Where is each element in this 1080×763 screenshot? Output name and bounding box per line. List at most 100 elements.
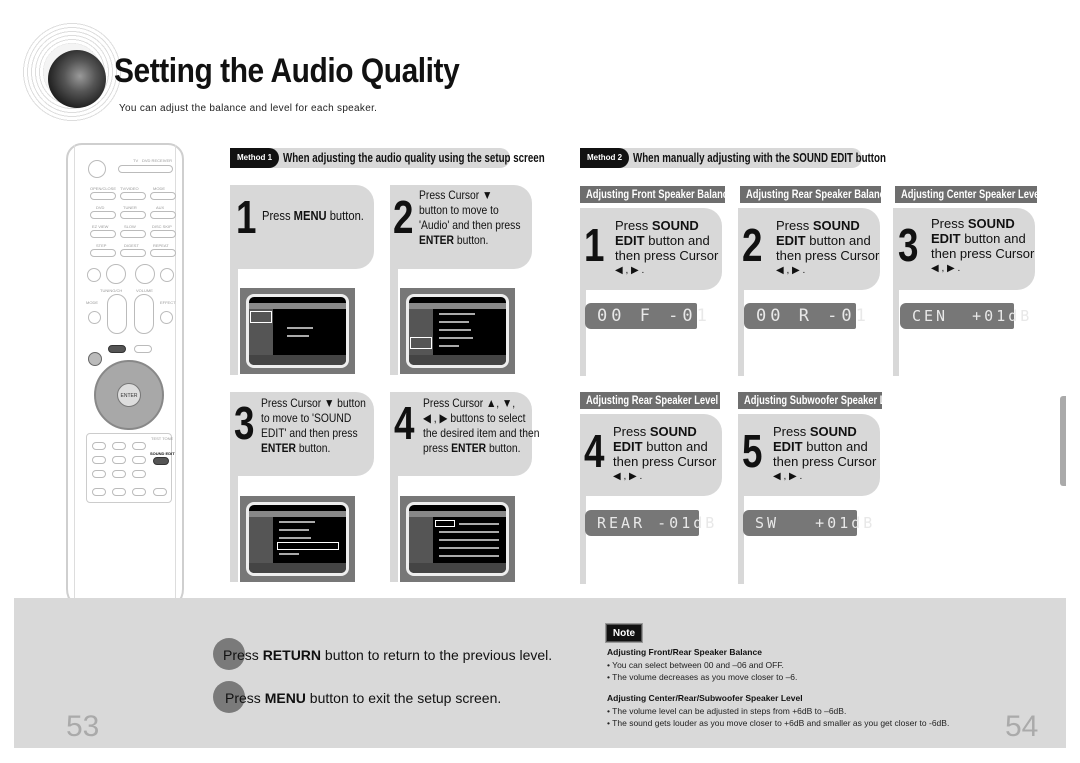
remote-button-icon [92,488,106,496]
key-3-icon [132,442,146,450]
step-number: 4 [584,425,605,477]
step-instruction: Press MENU button. [262,208,364,223]
note-badge: Note [605,623,643,643]
remote-button-icon [150,211,176,219]
remote-button-icon [132,488,146,496]
key-5-icon [112,456,126,464]
step-instruction: Press SOUND EDIT button and then press C… [776,218,880,276]
page-subtitle: You can adjust the balance and level for… [119,103,378,114]
remote-button-icon [120,249,146,257]
method2-tag: Method 2 [580,148,630,168]
remote-button-icon [153,488,167,496]
lcd-display-rear: 00 R -01 [744,303,866,329]
method1-title: When adjusting the audio quality using t… [283,151,545,165]
lcd-display-front: 00 F -01 [585,303,707,329]
note-heading-balance: Adjusting Front/Rear Speaker Balance [607,647,762,657]
remote-button-icon [88,311,101,324]
section-heading-subwoofer-level: Adjusting Subwoofer Speaker Level [738,392,882,409]
remote-label: STEP [96,243,107,248]
info-button-icon [134,345,152,353]
section-heading-front-balance: Adjusting Front Speaker Balance [580,186,725,203]
remote-label-tv: TV [133,158,139,163]
skip-back-icon [87,268,101,282]
step-instruction: Press Cursor ▼ button to move to 'Audio' a… [419,188,521,247]
remote-label: AUX [156,205,165,210]
remote-button-icon [90,211,116,219]
section-heading-rear-balance: Adjusting Rear Speaker Balance [740,186,881,203]
page-edge-tab [1060,396,1066,486]
remote-button-icon [90,192,116,200]
key-6-icon [132,456,146,464]
key-7-icon [92,470,106,478]
return-button-icon [88,352,102,366]
speaker-cone-icon [48,50,106,108]
remote-button-icon [160,311,173,324]
step-number: 2 [742,219,763,271]
page-title: Setting the Audio Quality [114,52,460,90]
remote-button-icon [150,249,176,257]
method1-tag: Method 1 [230,148,280,168]
section-heading-rear-level: Adjusting Rear Speaker Level [580,392,720,409]
step-number: 3 [898,219,919,271]
remote-label: OPEN/CLOSE [90,186,117,191]
remote-button-icon [90,230,116,238]
remote-label: MODE [86,300,98,305]
remote-button-icon [120,230,146,238]
mode-switch-icon [118,165,173,173]
remote-label: DIGEST [124,243,139,248]
method2-banner: Method 2 When manually adjusting with th… [580,148,886,168]
section-heading-center-level: Adjusting Center Speaker Level [895,186,1037,203]
method2-title: When manually adjusting with the SOUND E… [633,151,887,165]
key-9-icon [132,470,146,478]
remote-button-icon [90,249,116,257]
step-number: 2 [393,191,414,243]
remote-label: DVD [96,205,105,210]
note-item: • You can select between 00 and –06 and … [607,660,784,670]
page-number-right: 54 [1005,710,1039,743]
play-pause-icon [135,264,155,284]
remote-label: DISC SKIP [152,224,172,229]
remote-button-icon [120,211,146,219]
step-number: 4 [394,397,415,449]
remote-label: TUNING/CH [100,288,123,293]
remote-label: SLOW [124,224,136,229]
remote-label: EZ VIEW [92,224,109,229]
remote-button-icon [150,230,176,238]
sound-edit-label: SOUND EDIT [150,451,175,456]
note-item: • The volume decreases as you move close… [607,672,798,682]
remote-button-icon [112,488,126,496]
sound-edit-button-icon [153,457,169,465]
method1-banner: Method 1 When adjusting the audio qualit… [230,148,545,168]
setup-screen-1 [240,288,355,374]
sound-edit-screen [400,496,515,582]
step-number: 1 [236,191,257,243]
enter-button-icon: ENTER [117,383,141,407]
menu-instruction: Press MENU button to exit the setup scre… [225,690,502,706]
note-item: • The volume level can be adjusted in st… [607,706,847,716]
menu-button-icon [108,345,126,353]
page-number-left: 53 [66,710,100,743]
note-heading-level: Adjusting Center/Rear/Subwoofer Speaker … [607,693,803,703]
remote-button-icon [120,192,146,200]
remote-label: EFFECT [160,300,176,305]
step-number: 5 [742,425,763,477]
step-instruction: Press SOUND EDIT button and then press C… [615,218,719,276]
note-item: • The sound gets louder as you move clos… [607,718,950,728]
setup-screen-2 [400,288,515,374]
remote-label: TV/VIDEO [120,186,139,191]
remote-label: MODE [153,186,165,191]
remote-label: REPEAT [153,243,169,248]
return-instruction: Press RETURN button to return to the pre… [223,647,553,663]
key-4-icon [92,456,106,464]
key-2-icon [112,442,126,450]
remote-label: TEST TONE [151,436,174,441]
step-number: 3 [234,397,255,449]
setup-screen-3 [240,496,355,582]
tuning-rocker-icon [107,294,127,334]
stop-icon [106,264,126,284]
lcd-display-center: CEN +01dB [900,303,1029,329]
key-1-icon [92,442,106,450]
remote-label-dvd-receiver: DVD RECEIVER [142,158,173,163]
step-number: 1 [584,219,605,271]
lcd-display-rear-level: REAR -01dB [585,510,714,536]
